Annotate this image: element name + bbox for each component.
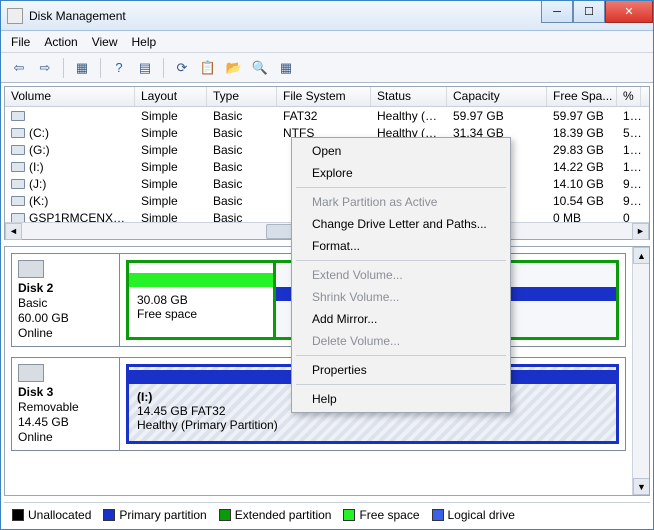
free-space-stripe (129, 273, 273, 287)
ctx-explore[interactable]: Explore (294, 162, 508, 184)
scroll-right-icon[interactable]: ► (632, 223, 649, 240)
disk3-label: Disk 3 Removable 14.45 GB Online (12, 358, 120, 450)
volume-icon (11, 111, 25, 121)
col-capacity[interactable]: Capacity (447, 87, 547, 106)
col-status[interactable]: Status (371, 87, 447, 106)
window-buttons: ─ ☐ ✕ (541, 1, 653, 30)
volume-icon (11, 196, 25, 206)
legend-extended: Extended partition (219, 508, 332, 522)
legend-logical: Logical drive (432, 508, 515, 522)
disk-icon (18, 364, 44, 382)
partition-size: 30.08 GB (137, 293, 265, 307)
ctx-mark-active: Mark Partition as Active (294, 191, 508, 213)
refresh-icon[interactable]: ⟳ (170, 57, 194, 79)
col-type[interactable]: Type (207, 87, 277, 106)
menu-action[interactable]: Action (44, 35, 77, 49)
col-freespace[interactable]: Free Spa... (547, 87, 617, 106)
search-icon[interactable]: 🔍 (248, 57, 272, 79)
volume-icon (11, 179, 25, 189)
titlebar: Disk Management ─ ☐ ✕ (1, 1, 653, 31)
ctx-format[interactable]: Format... (294, 235, 508, 257)
ctx-sep (296, 260, 506, 261)
rescan-icon[interactable]: 📋 (196, 57, 220, 79)
help-icon[interactable]: ? (107, 57, 131, 79)
maximize-button[interactable]: ☐ (573, 1, 605, 23)
ctx-help[interactable]: Help (294, 388, 508, 410)
col-volume[interactable]: Volume (5, 87, 135, 106)
app-icon (7, 8, 23, 24)
toolbar-sep (163, 58, 164, 78)
disk3-name: Disk 3 (18, 385, 113, 399)
toolbar-sep (100, 58, 101, 78)
vertical-scrollbar[interactable]: ▲ ▼ (632, 247, 649, 495)
legend-unallocated: Unallocated (12, 508, 91, 522)
back-button[interactable]: ⇦ (7, 57, 31, 79)
disk2-kind: Basic (18, 296, 113, 310)
toolbar: ⇦ ⇨ ▦ ? ▤ ⟳ 📋 📂 🔍 ▦ (1, 53, 653, 83)
open-icon[interactable]: 📂 (222, 57, 246, 79)
ctx-sep (296, 355, 506, 356)
disk3-size: 14.45 GB (18, 415, 113, 429)
ctx-delete: Delete Volume... (294, 330, 508, 352)
ctx-open[interactable]: Open (294, 140, 508, 162)
menu-file[interactable]: File (11, 35, 30, 49)
ctx-add-mirror[interactable]: Add Mirror... (294, 308, 508, 330)
close-button[interactable]: ✕ (605, 1, 653, 23)
ctx-change-letter[interactable]: Change Drive Letter and Paths... (294, 213, 508, 235)
partition-label: Free space (137, 307, 265, 321)
scroll-down-icon[interactable]: ▼ (633, 478, 650, 495)
disk2-name: Disk 2 (18, 281, 113, 295)
ctx-shrink: Shrink Volume... (294, 286, 508, 308)
scroll-up-icon[interactable]: ▲ (633, 247, 650, 264)
disk2-label: Disk 2 Basic 60.00 GB Online (12, 254, 120, 346)
legend: Unallocated Primary partition Extended p… (4, 502, 650, 526)
col-filesystem[interactable]: File System (277, 87, 371, 106)
disk-management-window: Disk Management ─ ☐ ✕ File Action View H… (0, 0, 654, 530)
table-row[interactable]: SimpleBasicFAT32Healthy (L...59.97 GB59.… (5, 107, 649, 124)
menu-view[interactable]: View (92, 35, 118, 49)
toolbar-list-icon[interactable]: ▤ (133, 57, 157, 79)
partition-status: Healthy (Primary Partition) (137, 418, 608, 432)
ctx-properties[interactable]: Properties (294, 359, 508, 381)
col-percent[interactable]: % (617, 87, 641, 106)
disk3-kind: Removable (18, 400, 113, 414)
ctx-extend: Extend Volume... (294, 264, 508, 286)
window-title: Disk Management (29, 9, 541, 23)
ctx-sep (296, 187, 506, 188)
col-layout[interactable]: Layout (135, 87, 207, 106)
toolbar-views-icon[interactable]: ▦ (70, 57, 94, 79)
toolbar-sep (63, 58, 64, 78)
legend-primary: Primary partition (103, 508, 206, 522)
volume-icon (11, 162, 25, 172)
settings-icon[interactable]: ▦ (274, 57, 298, 79)
table-header: Volume Layout Type File System Status Ca… (5, 87, 649, 107)
disk3-state: Online (18, 430, 113, 444)
scroll-left-icon[interactable]: ◄ (5, 223, 22, 240)
volume-icon (11, 145, 25, 155)
legend-free: Free space (343, 508, 419, 522)
ctx-sep (296, 384, 506, 385)
disk-icon (18, 260, 44, 278)
disk2-size: 60.00 GB (18, 311, 113, 325)
disk2-freespace-partition[interactable]: 30.08 GB Free space (126, 260, 276, 340)
menubar: File Action View Help (1, 31, 653, 53)
minimize-button[interactable]: ─ (541, 1, 573, 23)
context-menu: Open Explore Mark Partition as Active Ch… (291, 137, 511, 413)
disk2-state: Online (18, 326, 113, 340)
volume-icon (11, 128, 25, 138)
volume-icon (11, 213, 25, 222)
forward-button[interactable]: ⇨ (33, 57, 57, 79)
menu-help[interactable]: Help (132, 35, 157, 49)
